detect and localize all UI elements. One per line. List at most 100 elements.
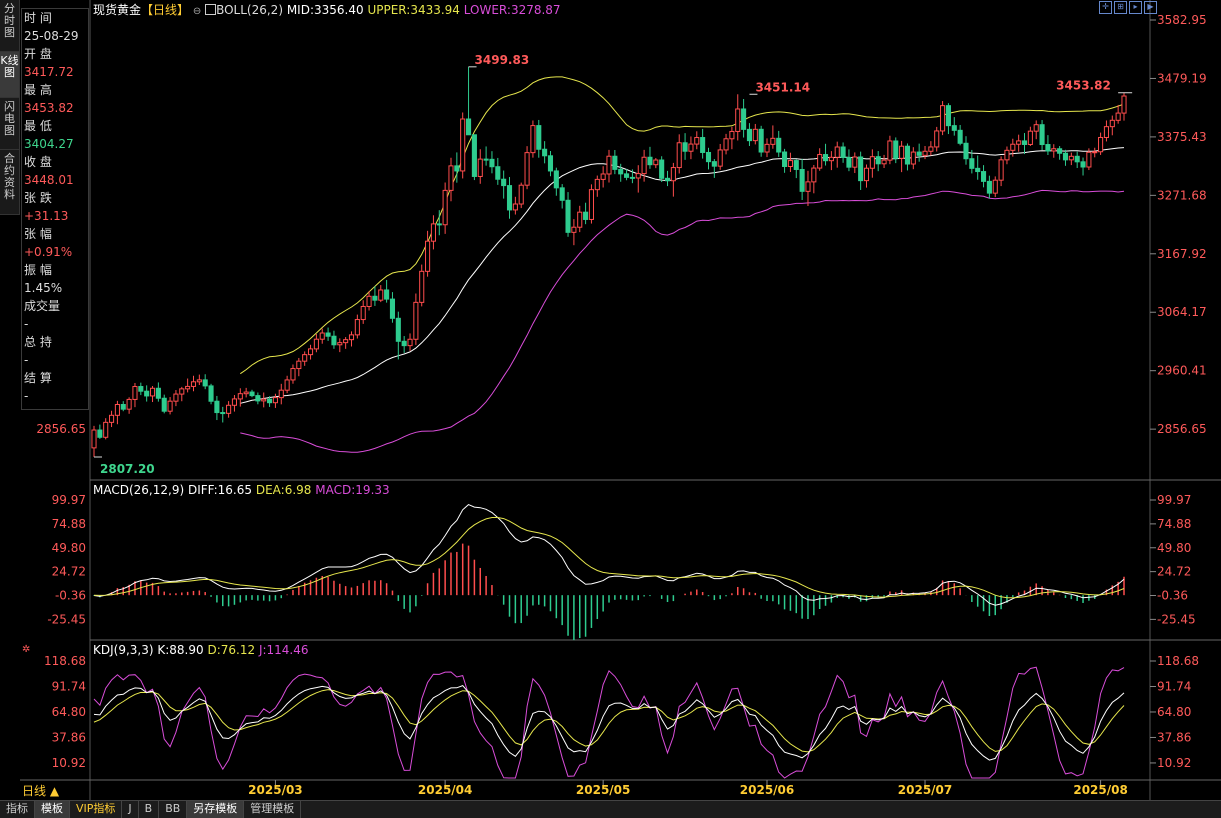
info-label: 张 跌 <box>24 191 52 205</box>
crosshair-icon[interactable]: ✛ <box>1099 1 1112 14</box>
candle-up <box>1092 151 1098 154</box>
candle-down <box>325 332 331 337</box>
macd-left-tick-label: 24.72 <box>52 565 86 579</box>
bottom-tab[interactable]: B <box>139 801 160 818</box>
info-value: 1.45% <box>24 281 63 295</box>
price-tick-label: 3375.43 <box>1157 130 1207 144</box>
info-label: 最 高 <box>24 83 52 97</box>
candle-down <box>629 176 635 179</box>
info-label: 收 盘 <box>24 155 52 169</box>
price-annotation: 3499.83 <box>475 53 530 67</box>
candle-up <box>828 156 834 162</box>
candle-down <box>389 298 396 319</box>
candle-up <box>196 379 202 383</box>
info-label: 成交量 <box>24 299 61 313</box>
candle-up <box>852 156 858 168</box>
candle-down <box>506 185 513 211</box>
bottom-tab[interactable]: 另存模板 <box>187 801 245 818</box>
settings-icon[interactable]: ⊖ <box>193 6 201 17</box>
candle-down <box>401 340 407 347</box>
candle-up <box>635 173 641 179</box>
candle-down <box>565 199 571 233</box>
candle-down <box>700 137 706 153</box>
candle-up <box>1121 95 1127 114</box>
boll-lower-line <box>240 189 1125 453</box>
left-view-tabs: 分时图 K线图 闪电图 合约资料 <box>0 0 20 215</box>
macd-tick-label: -25.45 <box>1157 612 1196 626</box>
candle-up <box>588 189 594 220</box>
kdj-name: KDJ(9,3,3) <box>93 643 154 657</box>
candle-up <box>1109 119 1115 128</box>
tab-kline[interactable]: K线图 <box>0 52 19 98</box>
info-label: 总 持 <box>24 335 52 349</box>
candle-down <box>711 161 717 167</box>
candle-down <box>969 158 975 169</box>
candle-up <box>910 151 916 165</box>
candle-up <box>928 146 934 152</box>
price-tick-label: 2960.41 <box>1157 364 1207 378</box>
info-value: 3404.27 <box>24 137 74 151</box>
bottom-tab[interactable]: 管理模板 <box>244 801 302 818</box>
candle-down <box>395 317 401 342</box>
instrument-name: 现货黄金 <box>93 3 142 17</box>
play-icon[interactable]: ▶ <box>1144 1 1157 14</box>
candle-up <box>805 181 811 192</box>
kdj-tick-label: 118.68 <box>1157 654 1199 668</box>
bottom-tab[interactable]: VIP指标 <box>70 801 123 818</box>
candle-up <box>419 270 425 303</box>
date-tick-label: 2025/06 <box>740 783 794 797</box>
tab-flash-chart[interactable]: 闪电图 <box>0 98 19 150</box>
candle-down <box>372 295 378 301</box>
boll-upper: UPPER:3433.94 <box>367 3 460 17</box>
step-forward-icon[interactable]: ▸ <box>1129 1 1142 14</box>
candle-up <box>337 342 343 346</box>
bottom-tab[interactable]: 指标 <box>0 801 35 818</box>
candle-up <box>366 295 372 307</box>
candle-down <box>1057 148 1063 154</box>
candle-up <box>735 108 741 132</box>
candle-up <box>126 398 132 410</box>
candle-up <box>132 386 138 400</box>
candle-up <box>729 130 735 140</box>
candle-down <box>904 145 911 165</box>
kdj-left-tick-label: 118.68 <box>44 654 86 668</box>
candle-down <box>975 167 981 173</box>
candle-down <box>659 159 665 179</box>
candle-up <box>887 140 893 161</box>
info-value: - <box>24 389 29 403</box>
candle-down <box>875 156 881 165</box>
zoom-icon[interactable]: ⊞ <box>1114 1 1127 14</box>
candle-down <box>501 178 507 187</box>
price-annotation: 3451.14 <box>755 80 810 94</box>
candle-up <box>1027 130 1033 145</box>
candle-down <box>1074 155 1080 163</box>
kdj-settings-icon[interactable]: ✲ <box>22 644 30 655</box>
candle-down <box>647 156 653 166</box>
candle-up <box>577 211 583 228</box>
candle-down <box>624 173 630 178</box>
macd-tick-label: -0.36 <box>1157 589 1188 603</box>
bottom-tab[interactable]: BB <box>159 801 188 818</box>
candle-down <box>1062 152 1069 161</box>
candle-down <box>1039 124 1045 146</box>
candle-up <box>594 178 600 191</box>
candle-up <box>676 142 682 169</box>
candle-down <box>155 387 161 399</box>
candle-up <box>863 167 870 182</box>
tab-contract-info[interactable]: 合约资料 <box>0 150 19 215</box>
kdj-d: D:76.12 <box>207 643 256 657</box>
candle-up <box>1051 148 1057 152</box>
indicator-toggle-icon[interactable] <box>205 4 217 15</box>
candle-up <box>278 389 284 399</box>
bottom-tab[interactable]: 模板 <box>35 801 70 818</box>
tab-time-sharing[interactable]: 分时图 <box>0 0 19 52</box>
chart-canvas[interactable]: 3582.95 3479.19 3375.43 3271.68 3167.92 3064.… <box>0 0 1221 800</box>
candle-down <box>97 429 103 438</box>
period-selector[interactable]: 日线 ▲ <box>22 783 59 799</box>
candle-up <box>670 167 676 182</box>
info-value: +0.91% <box>24 245 73 259</box>
bottom-tab[interactable]: J <box>122 801 139 818</box>
candle-down <box>986 180 992 194</box>
candle-up <box>688 143 694 152</box>
candle-down <box>249 391 255 397</box>
